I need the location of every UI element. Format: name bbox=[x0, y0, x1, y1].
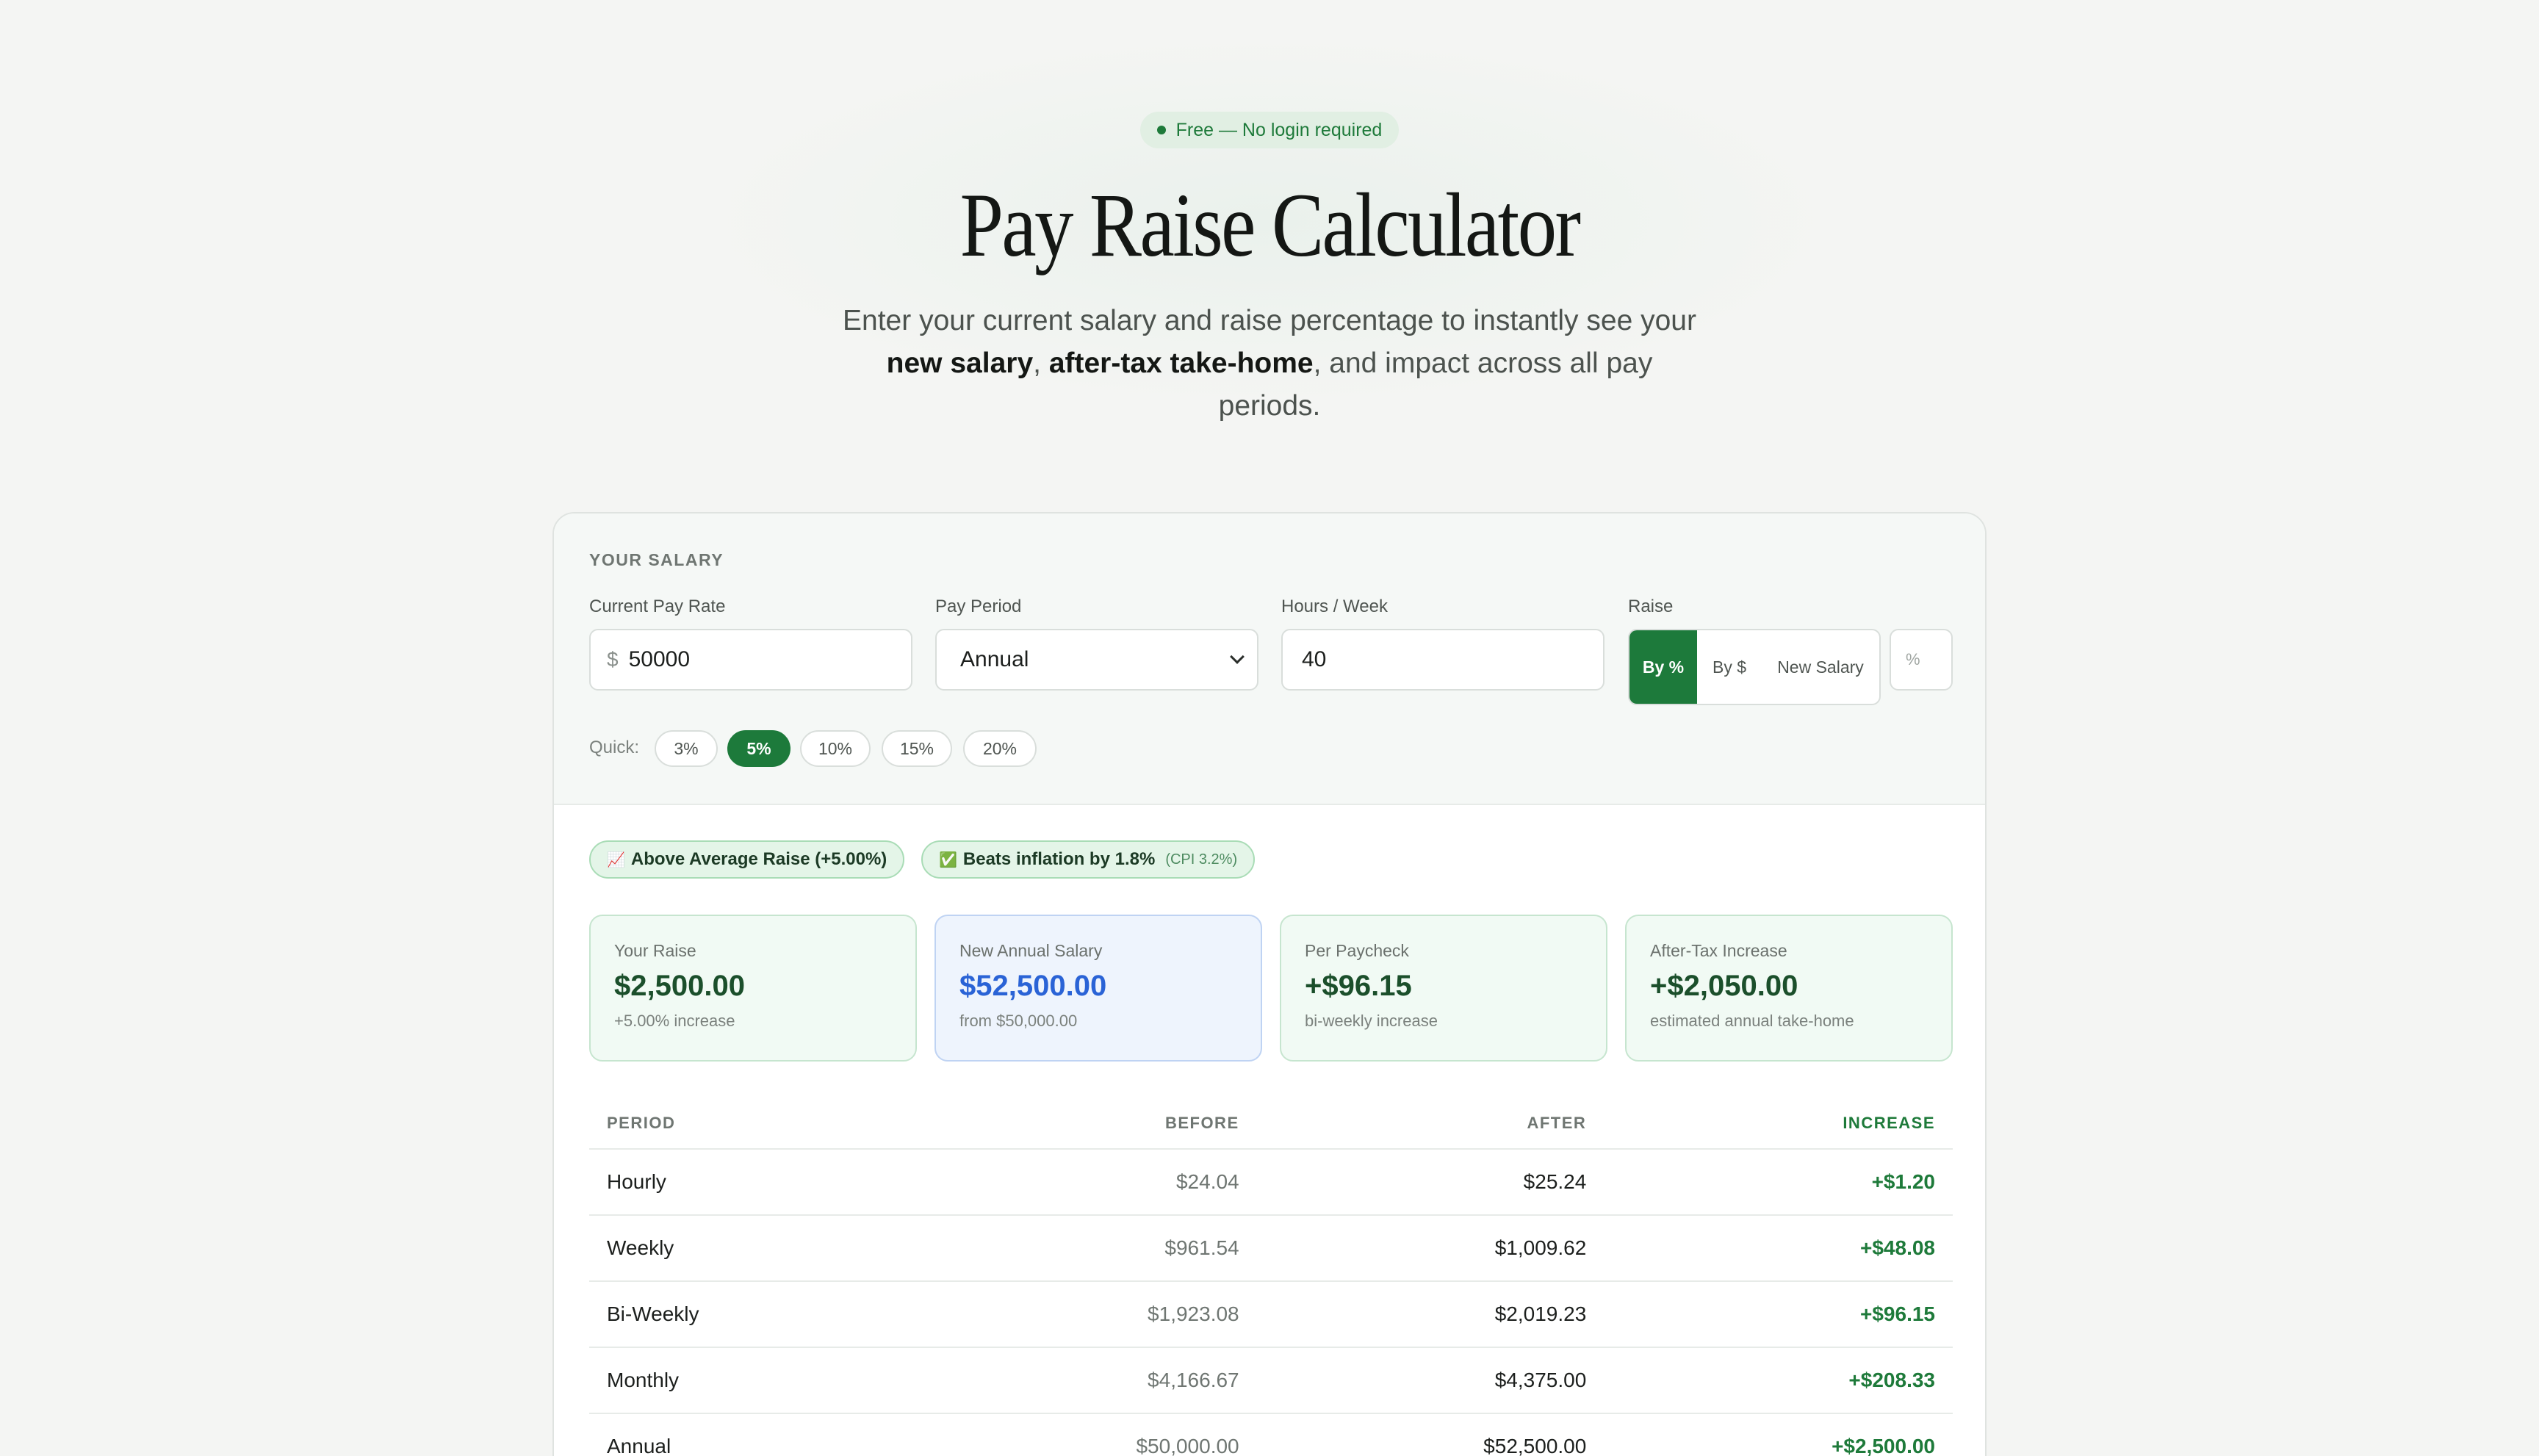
stat-new-annual-salary: New Annual Salary $52,500.00 from $50,00… bbox=[934, 915, 1262, 1062]
status-dot-icon bbox=[1156, 126, 1166, 134]
pay-rate-label: Current Pay Rate bbox=[589, 597, 726, 616]
subtitle-bold-new-salary: new salary bbox=[886, 347, 1034, 379]
cell-before: $50,000.00 bbox=[909, 1413, 1257, 1456]
above-average-tag: 📈 Above Average Raise (+5.00%) bbox=[589, 840, 905, 879]
pay-rate-input[interactable]: $ 50000 bbox=[589, 629, 912, 691]
stat-label: After-Tax Increase bbox=[1650, 941, 1787, 960]
cell-before: $1,923.08 bbox=[909, 1281, 1257, 1348]
table-row: Hourly $24.04 $25.24 +$1.20 bbox=[589, 1149, 1953, 1216]
above-average-text: Above Average Raise (+5.00%) bbox=[630, 849, 887, 869]
cell-increase: +$96.15 bbox=[1604, 1281, 1953, 1348]
page: Free — No login required Pay Raise Calcu… bbox=[0, 0, 2539, 1456]
cell-increase: +$2,500.00 bbox=[1604, 1413, 1953, 1456]
hours-label: Hours / Week bbox=[1281, 597, 1388, 616]
check-mark-icon: ✅ bbox=[939, 851, 957, 868]
cell-increase: +$48.08 bbox=[1604, 1215, 1953, 1282]
raise-mode-percent[interactable]: By % bbox=[1629, 630, 1697, 704]
quick-chip-10[interactable]: 10% bbox=[800, 730, 871, 767]
free-badge: Free — No login required bbox=[1140, 112, 1399, 148]
cell-after: $2,019.23 bbox=[1256, 1281, 1605, 1348]
cell-before: $4,166.67 bbox=[909, 1347, 1257, 1414]
hours-input[interactable]: 40 bbox=[1281, 629, 1605, 691]
pay-period-label: Pay Period bbox=[935, 597, 1022, 616]
subtitle-text-1: Enter your current salary and raise perc… bbox=[843, 305, 1696, 336]
quick-chip-15[interactable]: 15% bbox=[882, 730, 952, 767]
cell-before: $961.54 bbox=[909, 1215, 1257, 1282]
badge-text: Free — No login required bbox=[1175, 119, 1383, 140]
stat-label: New Annual Salary bbox=[959, 941, 1103, 960]
cell-increase: +$208.33 bbox=[1604, 1347, 1953, 1414]
section-label: YOUR SALARY bbox=[589, 550, 724, 569]
subtitle-separator: , bbox=[1033, 347, 1041, 379]
stat-per-paycheck: Per Paycheck +$96.15 bi-weekly increase bbox=[1280, 915, 1607, 1062]
inflation-tag: ✅ Beats inflation by 1.8% (CPI 3.2%) bbox=[921, 840, 1256, 879]
cell-period: Weekly bbox=[589, 1215, 910, 1282]
pay-period-table: PERIOD BEFORE AFTER INCREASE Hourly $24.… bbox=[589, 1098, 1953, 1456]
col-increase: INCREASE bbox=[1604, 1098, 1953, 1150]
cell-period: Monthly bbox=[589, 1347, 910, 1414]
quick-chip-20[interactable]: 20% bbox=[963, 730, 1037, 767]
col-period: PERIOD bbox=[589, 1098, 910, 1150]
salary-inputs-panel: YOUR SALARY Current Pay Rate $ 50000 Pay… bbox=[554, 513, 1985, 805]
quick-label: Quick: bbox=[589, 738, 640, 757]
raise-label: Raise bbox=[1628, 597, 1674, 616]
dollar-prefix: $ bbox=[607, 648, 619, 671]
stat-amount: +$2,050.00 bbox=[1650, 970, 1798, 1002]
raise-mode-dollar[interactable]: By $ bbox=[1697, 630, 1762, 704]
quick-chip-3[interactable]: 3% bbox=[655, 730, 718, 767]
chart-increasing-icon: 📈 bbox=[607, 851, 625, 868]
stat-amount: $2,500.00 bbox=[614, 970, 745, 1002]
raise-mode-toggle: By % By $ New Salary bbox=[1628, 629, 1881, 705]
page-subtitle: Enter your current salary and raise perc… bbox=[838, 300, 1701, 428]
table-row: Monthly $4,166.67 $4,375.00 +$208.33 bbox=[589, 1347, 1953, 1414]
cell-period: Hourly bbox=[589, 1149, 910, 1216]
stat-amount: $52,500.00 bbox=[959, 970, 1107, 1002]
cell-period: Bi-Weekly bbox=[589, 1281, 910, 1348]
stat-label: Per Paycheck bbox=[1305, 941, 1409, 960]
cell-after: $4,375.00 bbox=[1256, 1347, 1605, 1414]
stat-note: bi-weekly increase bbox=[1305, 1012, 1438, 1030]
table-header-row: PERIOD BEFORE AFTER INCREASE bbox=[589, 1098, 1953, 1150]
stat-note: from $50,000.00 bbox=[959, 1012, 1078, 1030]
quick-chip-5[interactable]: 5% bbox=[727, 730, 790, 767]
pay-rate-value: 50000 bbox=[628, 647, 691, 671]
cell-after: $1,009.62 bbox=[1256, 1215, 1605, 1282]
chevron-down-icon bbox=[1230, 649, 1245, 664]
calculator-card: YOUR SALARY Current Pay Rate $ 50000 Pay… bbox=[552, 512, 1987, 1456]
pay-period-value: Annual bbox=[960, 647, 1029, 671]
stat-label: Your Raise bbox=[614, 941, 696, 960]
cell-before: $24.04 bbox=[909, 1149, 1257, 1216]
hours-value: 40 bbox=[1302, 647, 1327, 671]
cell-period: Annual bbox=[589, 1413, 910, 1456]
col-after: AFTER bbox=[1256, 1098, 1605, 1150]
subtitle-bold-take-home: after-tax take-home bbox=[1048, 347, 1314, 379]
stat-amount: +$96.15 bbox=[1305, 970, 1412, 1002]
raise-value-placeholder: % bbox=[1906, 650, 1920, 668]
pay-period-select[interactable]: Annual bbox=[935, 629, 1258, 691]
stat-your-raise: Your Raise $2,500.00 +5.00% increase bbox=[589, 915, 917, 1062]
table-row: Weekly $961.54 $1,009.62 +$48.08 bbox=[589, 1215, 1953, 1282]
cell-increase: +$1.20 bbox=[1604, 1149, 1953, 1216]
table-row: Annual $50,000.00 $52,500.00 +$2,500.00 bbox=[589, 1413, 1953, 1456]
page-title: Pay Raise Calculator bbox=[959, 175, 1581, 275]
col-before: BEFORE bbox=[909, 1098, 1257, 1150]
stat-after-tax-increase: After-Tax Increase +$2,050.00 estimated … bbox=[1625, 915, 1953, 1062]
cell-after: $52,500.00 bbox=[1256, 1413, 1605, 1456]
raise-value-input[interactable]: % bbox=[1890, 629, 1953, 691]
cell-after: $25.24 bbox=[1256, 1149, 1605, 1216]
raise-mode-new-salary[interactable]: New Salary bbox=[1762, 630, 1879, 704]
inflation-text: Beats inflation by 1.8% bbox=[962, 849, 1156, 869]
stat-note: +5.00% increase bbox=[614, 1012, 735, 1030]
table-row: Bi-Weekly $1,923.08 $2,019.23 +$96.15 bbox=[589, 1281, 1953, 1348]
cpi-note: (CPI 3.2%) bbox=[1165, 851, 1238, 868]
stat-note: estimated annual take-home bbox=[1650, 1012, 1854, 1030]
